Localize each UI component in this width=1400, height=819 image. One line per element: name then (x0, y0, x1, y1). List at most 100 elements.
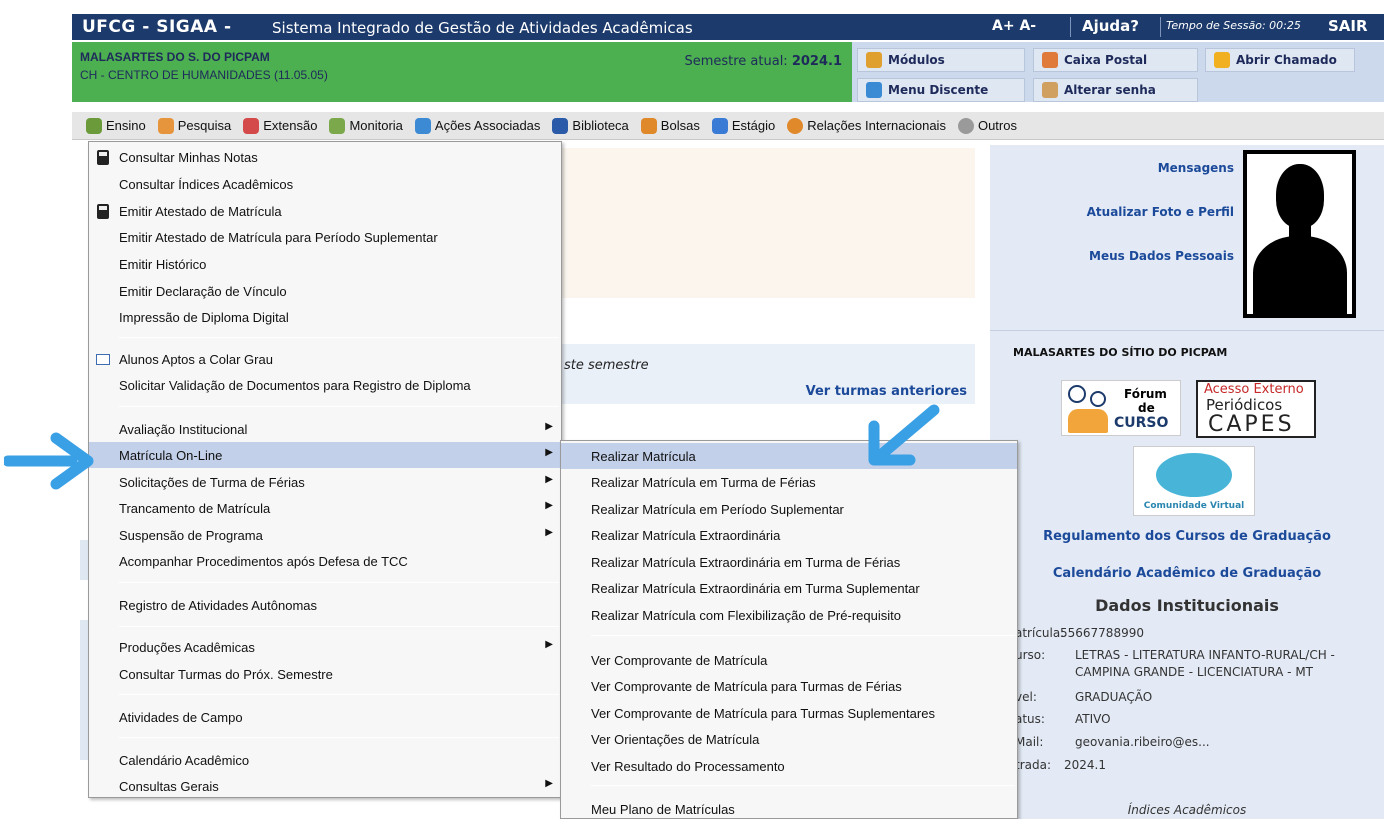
menu-item-aptos-colar-grau[interactable]: Alunos Aptos a Colar Grau (89, 346, 561, 372)
submenu-item-extraordinaria-suplementar[interactable]: Realizar Matrícula Extraordinária em Tur… (561, 575, 1017, 601)
capes-logo: CAPES (1208, 412, 1295, 437)
ver-turmas-anteriores-link[interactable]: Ver turmas anteriores (806, 384, 967, 399)
phone-icon (97, 204, 109, 219)
font-size-controls[interactable]: A+ A- (992, 18, 1036, 34)
puzzle-icon (414, 117, 431, 134)
ticket-icon (1214, 52, 1230, 68)
forum-curso-banner[interactable]: Fórum de CURSO (1061, 380, 1181, 436)
menu-item-label: Registro de Atividades Autônomas (119, 597, 318, 613)
user-center: CH - CENTRO DE HUMANIDADES (11.05.05) (80, 68, 328, 82)
menu-discente-button[interactable]: Menu Discente (857, 78, 1025, 102)
mailbox-icon (1042, 52, 1058, 68)
menu-item-consultar-indices[interactable]: Consultar Índices Acadêmicos (89, 171, 561, 197)
regulamento-link[interactable]: Regulamento dos Cursos de Graduação (990, 529, 1384, 544)
book-icon (552, 117, 569, 134)
menu-relacoes-internacionais[interactable]: Relações Internacionais (787, 117, 946, 134)
submenu-item-resultado-processamento[interactable]: Ver Resultado do Processamento (561, 753, 1017, 779)
atualizar-foto-link[interactable]: Atualizar Foto e Perfil (1087, 205, 1234, 219)
menu-item-turma-ferias[interactable]: Solicitações de Turma de Férias ▶ (89, 469, 561, 495)
submenu-item-matricula-ferias[interactable]: Realizar Matrícula em Turma de Férias (561, 469, 1017, 495)
menu-item-label: Ver Orientações de Matrícula (591, 731, 760, 747)
menu-item-declaracao-vinculo[interactable]: Emitir Declaração de Vínculo (89, 278, 561, 304)
mensagens-link[interactable]: Mensagens (1158, 161, 1234, 175)
capes-banner[interactable]: Acesso Externo Periódicos CAPES (1196, 380, 1316, 438)
menu-item-label: Trancamento de Matrícula (119, 500, 271, 516)
menu-label: Outros (977, 118, 1017, 133)
menu-item-defesa-tcc[interactable]: Acompanhar Procedimentos após Defesa de … (89, 548, 561, 574)
menu-item-atividades-campo[interactable]: Atividades de Campo (89, 704, 561, 730)
menu-biblioteca[interactable]: Biblioteca (552, 117, 629, 134)
menu-item-label: Produções Acadêmicas (119, 639, 255, 655)
menu-item-atestado-matricula[interactable]: Emitir Atestado de Matrícula (89, 198, 561, 224)
menu-item-matricula-online[interactable]: Matrícula On-Line ▶ (89, 442, 561, 468)
menu-ensino[interactable]: Ensino (86, 117, 146, 134)
nivel-value: GRADUAÇÃO (1075, 690, 1153, 704)
submenu-item-extraordinaria-ferias[interactable]: Realizar Matrícula Extraordinária em Tur… (561, 549, 1017, 575)
menu-item-consultas-gerais[interactable]: Consultas Gerais ▶ (89, 773, 561, 799)
submenu-item-comprovante-suplementares[interactable]: Ver Comprovante de Matrícula para Turmas… (561, 700, 1017, 726)
annotation-arrow-down-left-icon (868, 404, 940, 466)
submenu-item-matricula-suplementar[interactable]: Realizar Matrícula em Período Suplementa… (561, 496, 1017, 522)
silhouette-head (1276, 164, 1324, 228)
submenu-item-orientacoes[interactable]: Ver Orientações de Matrícula (561, 726, 1017, 752)
notices-panel (560, 148, 975, 298)
menu-item-label: Suspensão de Programa (119, 527, 263, 543)
menu-acoes-associadas[interactable]: Ações Associadas (414, 117, 540, 134)
submenu-item-comprovante[interactable]: Ver Comprovante de Matrícula (561, 647, 1017, 673)
submenu-arrow-icon: ▶ (545, 527, 553, 538)
menu-item-suspensao-programa[interactable]: Suspensão de Programa ▶ (89, 522, 561, 548)
info-bubble-icon (1090, 391, 1106, 407)
caixa-postal-label: Caixa Postal (1064, 53, 1148, 67)
menu-item-calendario-academico[interactable]: Calendário Acadêmico (89, 747, 561, 773)
abrir-chamado-button[interactable]: Abrir Chamado (1205, 48, 1355, 72)
calendario-link[interactable]: Calendário Acadêmico de Graduação (990, 566, 1384, 581)
menu-item-validacao-documentos[interactable]: Solicitar Validação de Documentos para R… (89, 372, 561, 398)
handshake-icon (243, 117, 260, 134)
submenu-arrow-icon: ▶ (545, 639, 553, 650)
comunidade-virtual-banner[interactable]: Comunidade Virtual (1133, 446, 1255, 516)
menu-item-label: Emitir Atestado de Matrícula (119, 203, 282, 219)
menu-item-trancamento[interactable]: Trancamento de Matrícula ▶ (89, 495, 561, 521)
caixa-postal-button[interactable]: Caixa Postal (1033, 48, 1198, 72)
menu-item-avaliacao-institucional[interactable]: Avaliação Institucional ▶ (89, 416, 561, 442)
window-icon (96, 354, 110, 365)
help-link[interactable]: Ajuda? (1082, 17, 1139, 35)
cube-icon (866, 52, 882, 68)
modulos-label: Módulos (888, 53, 945, 67)
menu-item-diploma-digital[interactable]: Impressão de Diploma Digital (89, 304, 561, 330)
menu-item-label: Realizar Matrícula Extraordinária em Tur… (591, 554, 901, 570)
menu-item-label: Emitir Atestado de Matrícula para Períod… (119, 229, 438, 245)
menu-item-label: Realizar Matrícula em Período Suplementa… (591, 501, 844, 517)
submenu-item-comprovante-ferias[interactable]: Ver Comprovante de Matrícula para Turmas… (561, 673, 1017, 699)
submenu-item-plano-matriculas[interactable]: Meu Plano de Matrículas (561, 796, 1017, 819)
modulos-button[interactable]: Módulos (857, 48, 1025, 72)
menu-pesquisa[interactable]: Pesquisa (157, 117, 232, 134)
logout-link[interactable]: SAIR (1328, 17, 1368, 35)
menu-item-atividades-autonomas[interactable]: Registro de Atividades Autônomas (89, 592, 561, 618)
menu-item-atestado-suplementar[interactable]: Emitir Atestado de Matrícula para Períod… (89, 224, 561, 250)
submenu-item-realizar-matricula[interactable]: Realizar Matrícula (561, 443, 1017, 469)
divider (1070, 17, 1071, 37)
alterar-senha-button[interactable]: Alterar senha (1033, 78, 1198, 102)
menu-monitoria[interactable]: Monitoria (329, 117, 403, 134)
menu-extensao[interactable]: Extensão (243, 117, 317, 134)
menu-item-label: Impressão de Diploma Digital (119, 309, 289, 325)
flask-icon (157, 117, 174, 134)
menu-item-consultar-notas[interactable]: Consultar Minhas Notas (89, 144, 561, 170)
menu-outros[interactable]: Outros (957, 117, 1017, 134)
meus-dados-link[interactable]: Meus Dados Pessoais (1089, 249, 1234, 263)
books-icon (86, 117, 102, 134)
menu-item-label: Consultar Turmas do Próx. Semestre (119, 666, 333, 682)
menu-separator (119, 626, 559, 627)
submenu-item-flexibilizacao[interactable]: Realizar Matrícula com Flexibilização de… (561, 602, 1017, 628)
menu-item-emitir-historico[interactable]: Emitir Histórico (89, 251, 561, 277)
menu-item-turmas-prox-semestre[interactable]: Consultar Turmas do Próx. Semestre (89, 661, 561, 687)
teacher-icon (329, 117, 346, 134)
entrada-value: 2024.1 (1064, 758, 1106, 772)
menu-label: Pesquisa (177, 118, 232, 133)
menu-estagio[interactable]: Estágio (711, 117, 775, 134)
menu-bolsas[interactable]: Bolsas (640, 117, 700, 134)
submenu-item-matricula-extraordinaria[interactable]: Realizar Matrícula Extraordinária (561, 522, 1017, 548)
menu-item-producoes-academicas[interactable]: Produções Acadêmicas ▶ (89, 634, 561, 660)
alterar-senha-label: Alterar senha (1064, 83, 1156, 97)
